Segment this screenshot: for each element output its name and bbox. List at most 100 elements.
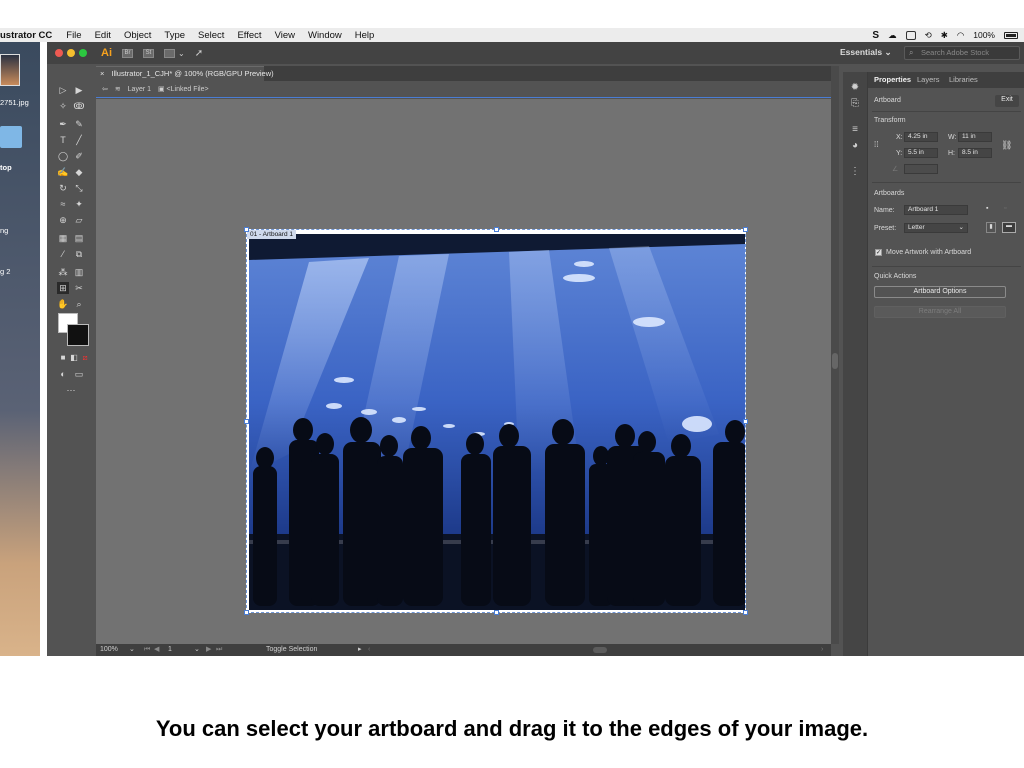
adobe-stock-search-input[interactable]: ⌕ Search Adobe Stock — [904, 46, 1020, 60]
constrain-proportions-icon[interactable]: ⛓ — [1001, 140, 1012, 151]
resize-handle-bottom-left[interactable] — [244, 610, 249, 615]
resize-handle-bottom[interactable] — [494, 610, 499, 615]
artboard[interactable]: 01 - Artboard 1 — [244, 227, 748, 615]
appearance-icon[interactable]: ◕ — [849, 140, 861, 152]
app-menu[interactable]: ustrator CC — [0, 30, 52, 41]
menu-effect[interactable]: Effect — [237, 30, 261, 41]
menu-window[interactable]: Window — [308, 30, 342, 41]
resize-handle-bottom-right[interactable] — [743, 610, 748, 615]
menu-select[interactable]: Select — [198, 30, 224, 41]
drive-icon[interactable] — [905, 30, 916, 40]
stroke-swatch[interactable] — [67, 324, 89, 346]
skype-icon[interactable]: S — [872, 30, 879, 41]
symbol-sprayer-tool-icon[interactable]: ⁂ — [57, 266, 69, 278]
rotation-field[interactable] — [904, 164, 938, 174]
shape-builder-tool-icon[interactable]: ⊕ — [57, 214, 69, 226]
folder-icon[interactable] — [0, 126, 22, 148]
layer-name[interactable]: Layer 1 — [128, 86, 151, 93]
close-window-button[interactable] — [55, 49, 63, 57]
arrange-documents-icon[interactable] — [164, 48, 175, 58]
stock-icon[interactable]: St — [143, 48, 154, 58]
battery-icon[interactable] — [1004, 31, 1018, 39]
ellipse-tool-icon[interactable]: ◯ — [57, 150, 69, 162]
exit-button[interactable]: Exit — [995, 95, 1019, 107]
new-artboard-icon[interactable]: ▪ — [986, 205, 988, 212]
horizontal-scrollbar-thumb[interactable] — [593, 647, 607, 653]
selection-tool-icon[interactable]: ▶ — [73, 84, 85, 96]
sun-icon[interactable]: ✹ — [849, 82, 861, 94]
next-artboard-icon[interactable]: ▶ — [206, 644, 211, 656]
tab-layers[interactable]: Layers — [917, 75, 940, 84]
scroll-right-icon[interactable]: › — [821, 644, 823, 656]
creative-cloud-icon[interactable]: ☁ — [888, 30, 897, 41]
x-field[interactable]: 4.25 in — [904, 132, 938, 142]
workspace-switcher[interactable]: Essentials ⌄ — [840, 47, 892, 58]
warp-tool-icon[interactable]: ≈ — [57, 198, 69, 210]
rotate-tool-icon[interactable]: ↻ — [57, 182, 69, 194]
image-file-thumbnail[interactable] — [0, 54, 20, 86]
width-field[interactable]: 11 in — [958, 132, 992, 142]
menu-object[interactable]: Object — [124, 30, 151, 41]
close-tab-icon[interactable]: × — [100, 69, 104, 78]
type-tool-icon[interactable]: T — [57, 134, 69, 146]
scrollbar-thumb[interactable] — [832, 353, 838, 369]
portrait-orientation-icon[interactable]: ▮ — [986, 222, 996, 233]
send-icon[interactable]: ➚ — [195, 48, 203, 59]
tab-properties[interactable]: Properties — [874, 75, 911, 84]
pen-tool-icon[interactable]: ✒ — [57, 118, 69, 130]
vertical-scrollbar[interactable] — [831, 66, 839, 644]
linked-file-label[interactable]: <Linked File> — [167, 86, 209, 93]
status-menu-arrow-icon[interactable]: ▸ — [358, 644, 362, 656]
mesh-tool-icon[interactable]: ▦ — [57, 232, 69, 244]
status-tool-text[interactable]: Toggle Selection — [266, 644, 317, 656]
rotate-angle-icon[interactable]: ∠ — [892, 165, 898, 173]
zoom-window-button[interactable] — [79, 49, 87, 57]
artboard-options-button[interactable]: Artboard Options — [874, 286, 1006, 298]
chevron-down-icon[interactable]: ⌄ — [194, 644, 200, 656]
menu-view[interactable]: View — [275, 30, 295, 41]
graph-tool-icon[interactable]: ▥ — [73, 266, 85, 278]
perspective-grid-tool-icon[interactable]: ▱ — [73, 214, 85, 226]
minimize-window-button[interactable] — [67, 49, 75, 57]
time-machine-icon[interactable]: ⟲ — [925, 30, 932, 41]
export-icon[interactable]: ⎘ — [849, 98, 861, 110]
menu-file[interactable]: File — [66, 30, 81, 41]
artboard-name-label[interactable]: 01 - Artboard 1 — [247, 230, 296, 239]
edit-toolbar-icon[interactable]: ⋯ — [65, 384, 77, 396]
zoom-level[interactable]: 100% — [100, 644, 118, 656]
reference-point-icon[interactable]: ⁞⁞ — [874, 140, 878, 149]
shaper-tool-icon[interactable]: ✍ — [57, 166, 69, 178]
resize-handle-right[interactable] — [743, 419, 748, 424]
resize-handle-top-left[interactable] — [244, 227, 249, 232]
screen-mode-icon[interactable]: ▭ — [73, 368, 85, 380]
landscape-orientation-icon[interactable]: ▬ — [1002, 222, 1016, 233]
height-field[interactable]: 8.5 in — [958, 148, 992, 158]
eraser-tool-icon[interactable]: ◆ — [73, 166, 85, 178]
menu-edit[interactable]: Edit — [95, 30, 111, 41]
curvature-tool-icon[interactable]: ✎ — [73, 118, 85, 130]
none-mode-icon[interactable]: ⧄ — [79, 352, 91, 364]
back-arrow-icon[interactable]: ⇦ — [102, 86, 108, 93]
draw-mode-icon[interactable]: ◐ — [57, 368, 69, 380]
gradient-tool-icon[interactable]: ▤ — [73, 232, 85, 244]
scroll-left-icon[interactable]: ‹ — [368, 644, 370, 656]
move-artwork-checkbox[interactable]: ✓ — [875, 249, 882, 256]
zoom-tool-icon[interactable]: ⌕ — [73, 298, 85, 310]
rearrange-all-button[interactable]: Rearrange All — [874, 306, 1006, 318]
previous-artboard-icon[interactable]: ◀ — [154, 644, 159, 656]
scale-tool-icon[interactable]: ⤡ — [73, 182, 85, 194]
artboard-number[interactable]: 1 — [168, 644, 172, 656]
menu-type[interactable]: Type — [164, 30, 185, 41]
resize-handle-top-right[interactable] — [743, 227, 748, 232]
preset-select[interactable]: Letter ⌄ — [904, 223, 968, 233]
artboard-name-field[interactable]: Artboard 1 — [904, 205, 968, 215]
chevron-down-icon[interactable]: ⌄ — [178, 49, 185, 58]
grid-panel-icon[interactable]: ⋮ — [849, 166, 861, 178]
wifi-icon[interactable]: ◠ — [957, 30, 964, 41]
first-artboard-icon[interactable]: ⏮ — [144, 644, 150, 656]
artboard-tool-icon[interactable]: ⊞ — [57, 282, 69, 294]
align-lines-icon[interactable]: ≡ — [849, 124, 861, 136]
hand-tool-icon[interactable]: ✋ — [57, 298, 69, 310]
document-tab[interactable]: × Illustrator_1_CJH* @ 100% (RGB/GPU Prev… — [96, 66, 274, 81]
aquarium-photo[interactable] — [249, 234, 745, 610]
